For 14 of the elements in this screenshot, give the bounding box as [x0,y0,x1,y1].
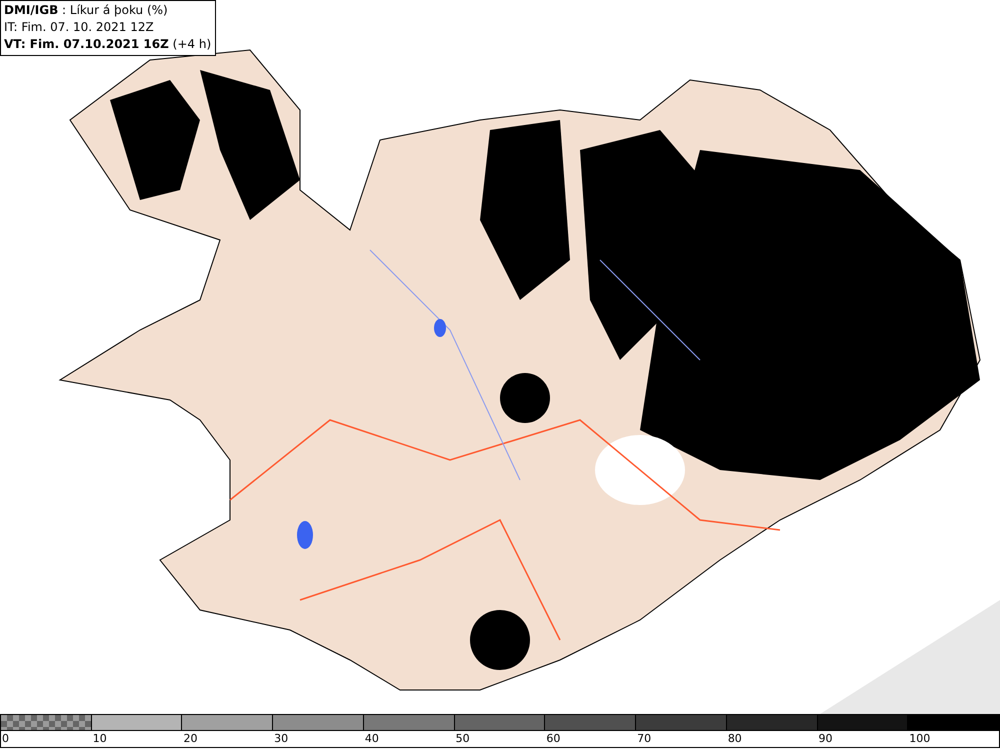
legend-label: 70 [636,731,652,747]
legend-label: 40 [364,731,379,747]
legend-label: 80 [726,731,742,747]
legend-label: 90 [818,731,833,747]
info-text: DMI/IGB : Líkur á þoku (%) [4,2,169,19]
legend-label: 10 [92,731,107,747]
legend-label: 100 [908,731,930,747]
info-text: IT: Fim. 07. 10. 2021 12Z [4,19,155,36]
legend-label: 20 [182,731,198,747]
info-text: VT: Fim. 07.10.2021 16Z (+4 h) [4,36,212,53]
legend-label: 30 [273,731,288,747]
legend-label: 60 [545,731,560,747]
legend-label: 50 [454,731,470,747]
legend-label: 0 [1,731,9,747]
